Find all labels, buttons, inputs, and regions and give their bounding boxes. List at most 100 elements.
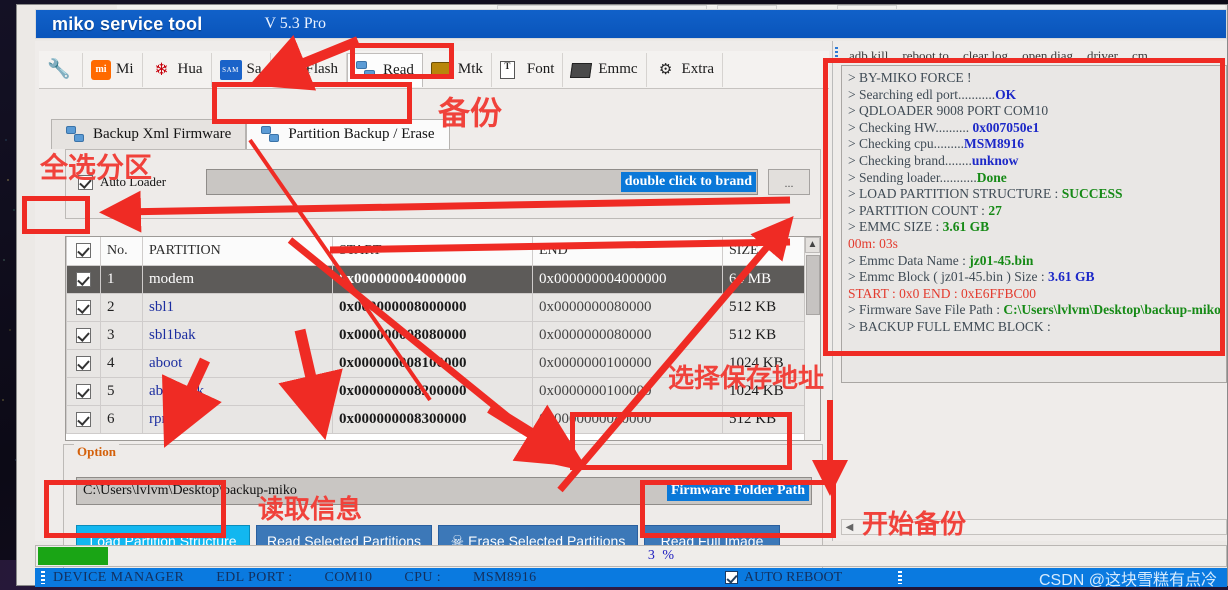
adb-kill-button[interactable]: adb kill — [849, 48, 888, 64]
table-row[interactable]: 1 modem 0x000000004000000 0x000000004000… — [66, 264, 807, 294]
log-line: > Checking cpu.........MSM8916 — [848, 136, 1024, 152]
log-line: > Emmc Block ( jz01-45.bin ) Size : 3.61… — [848, 269, 1095, 285]
module-toolbar: 🔧 mi Mi ❄ Hua SAM Sa ⚡ Flash Read Mtk T … — [39, 51, 829, 89]
reboot-to-button[interactable]: reboot to — [902, 48, 949, 64]
log-line: > BACKUP FULL EMMC BLOCK : — [848, 318, 1051, 334]
clear-log-button[interactable]: clear log — [963, 48, 1008, 64]
cpu-label: CPU : — [404, 569, 442, 585]
tab-tools[interactable]: 🔧 — [39, 52, 83, 87]
auto-reboot-checkbox[interactable] — [725, 571, 738, 584]
brand-browse-button[interactable]: ... — [768, 169, 810, 195]
status-bar: DEVICE MANAGER EDL PORT : COM10 CPU : MS… — [35, 568, 1227, 589]
log-line: > Firmware Save File Path : C:\Users\lvl… — [848, 302, 1221, 318]
tab-font[interactable]: T Font — [492, 52, 564, 87]
status-grip-icon — [41, 571, 45, 584]
row-checkbox-cell[interactable] — [66, 264, 101, 294]
row-no: 6 — [100, 404, 143, 434]
table-row[interactable]: 5 abootbak 0x000000008200000 0x000000010… — [66, 376, 807, 406]
row-size: 1024 KB — [722, 376, 807, 406]
auto-loader-checkbox[interactable] — [78, 174, 93, 190]
driver-button[interactable]: driver — [1087, 48, 1118, 64]
row-checkbox[interactable] — [76, 383, 91, 399]
tab-extra[interactable]: ⚙ Extra — [647, 52, 724, 87]
tab-mtk[interactable]: Mtk — [423, 52, 492, 87]
select-all-checkbox[interactable] — [76, 243, 91, 259]
firmware-path-input[interactable]: C:\Users\lvlvm\Desktop\backup-miko Firmw… — [76, 477, 812, 505]
row-checkbox[interactable] — [76, 411, 91, 427]
row-start: 0x000000008200000 — [332, 376, 533, 406]
row-checkbox-cell[interactable] — [66, 376, 101, 406]
tab-hua[interactable]: ❄ Hua — [143, 52, 212, 87]
table-row[interactable]: 4 aboot 0x000000008100000 0x000000010000… — [66, 348, 807, 378]
watermark: CSDN @这块雪糕有点冷 — [1038, 571, 1217, 589]
tab-partition-backup-label: Partition Backup / Erase — [288, 126, 435, 142]
edl-port-label: EDL PORT : — [216, 569, 293, 585]
table-scrollbar[interactable]: ▲ — [804, 237, 820, 440]
row-end: 0x0000000100000 — [532, 376, 723, 406]
cmd-button[interactable]: cm — [1132, 48, 1148, 64]
tab-read[interactable]: Read — [347, 52, 423, 87]
partition-backup-icon — [261, 125, 281, 144]
scrollbar-thumb[interactable] — [806, 255, 820, 315]
tab-mi-label: Mi — [116, 61, 134, 77]
auto-loader-label: Auto Loader — [100, 174, 167, 189]
tab-backup-xml-firmware[interactable]: Backup Xml Firmware — [51, 119, 247, 149]
right-toolbar: adb kill reboot to clear log open diag d… — [839, 45, 1227, 67]
tab-emmc-label: Emmc — [598, 61, 638, 77]
backup-xml-icon — [66, 125, 86, 144]
mtk-icon — [430, 60, 453, 80]
row-size: 512 KB — [722, 320, 807, 350]
app-version: V 5.3 Pro — [264, 15, 326, 32]
row-checkbox-cell[interactable] — [66, 320, 101, 350]
font-icon: T — [499, 60, 522, 80]
row-checkbox[interactable] — [76, 271, 91, 287]
row-end: 0x0000000080000 — [532, 292, 723, 322]
tab-flash[interactable]: ⚡ Flash — [271, 52, 348, 87]
tab-extra-label: Extra — [681, 61, 715, 77]
read-icon — [356, 60, 378, 80]
brand-input[interactable]: double click to brand — [206, 169, 758, 195]
tab-read-label: Read — [383, 61, 414, 78]
row-checkbox[interactable] — [76, 327, 91, 343]
row-start: 0x000000008300000 — [332, 404, 533, 434]
row-end: 0x000000004000000 — [532, 264, 723, 294]
row-no: 4 — [100, 348, 143, 378]
device-manager-button[interactable]: DEVICE MANAGER — [53, 570, 184, 586]
tab-samsung[interactable]: SAM Sa — [212, 52, 271, 87]
scroll-up-arrow[interactable]: ▲ — [805, 237, 820, 253]
row-start: 0x000000008000000 — [332, 292, 533, 322]
lightning-icon: ⚡ — [278, 59, 301, 79]
row-checkbox-cell[interactable] — [66, 292, 101, 322]
log-horizontal-scrollbar[interactable]: ◀ — [841, 519, 1227, 535]
table-header-row: No. PARTITION START END SIZE — [66, 237, 807, 266]
row-start: 0x000000004000000 — [332, 264, 533, 294]
tab-hua-label: Hua — [177, 61, 203, 77]
open-diag-button[interactable]: open diag — [1022, 48, 1073, 64]
firmware-path-value: C:\Users\lvlvm\Desktop\backup-miko — [83, 483, 297, 498]
scroll-left-arrow[interactable]: ◀ — [842, 522, 857, 533]
row-checkbox-cell[interactable] — [66, 404, 101, 434]
row-end: 0x0000000080000 — [532, 320, 723, 350]
auto-reboot-label: AUTO REBOOT — [744, 569, 843, 585]
table-row[interactable]: 3 sbl1bak 0x000000008080000 0x0000000080… — [66, 320, 807, 350]
tab-partition-backup-erase[interactable]: Partition Backup / Erase — [246, 119, 450, 149]
status-grip-icon-2 — [898, 571, 903, 584]
emmc-icon — [570, 60, 593, 80]
pane-grip-icon[interactable] — [835, 47, 838, 59]
table-row[interactable]: 6 rpm 0x000000008300000 0x0000000080000 … — [66, 404, 807, 434]
tab-emmc[interactable]: Emmc — [563, 52, 647, 87]
log-line: > LOAD PARTITION STRUCTURE : SUCCESS — [848, 186, 1123, 202]
header-start: START — [332, 237, 533, 266]
row-checkbox[interactable] — [76, 299, 91, 315]
row-size: 1024 KB — [722, 348, 807, 378]
progress-percent-label: 3 % — [647, 548, 676, 563]
log-output[interactable]: > BY-MIKO FORCE ! > Searching edl port..… — [841, 65, 1227, 383]
log-line: > PARTITION COUNT : 27 — [848, 202, 1002, 218]
table-row[interactable]: 2 sbl1 0x000000008000000 0x0000000080000… — [66, 292, 807, 322]
row-partition: modem — [142, 264, 333, 294]
log-line: > Searching edl port...........OK — [848, 86, 1017, 102]
row-checkbox-cell[interactable] — [66, 348, 101, 378]
tab-mi[interactable]: mi Mi — [83, 52, 143, 87]
log-line: > Checking brand........unknow — [848, 152, 1019, 168]
row-checkbox[interactable] — [76, 355, 91, 371]
